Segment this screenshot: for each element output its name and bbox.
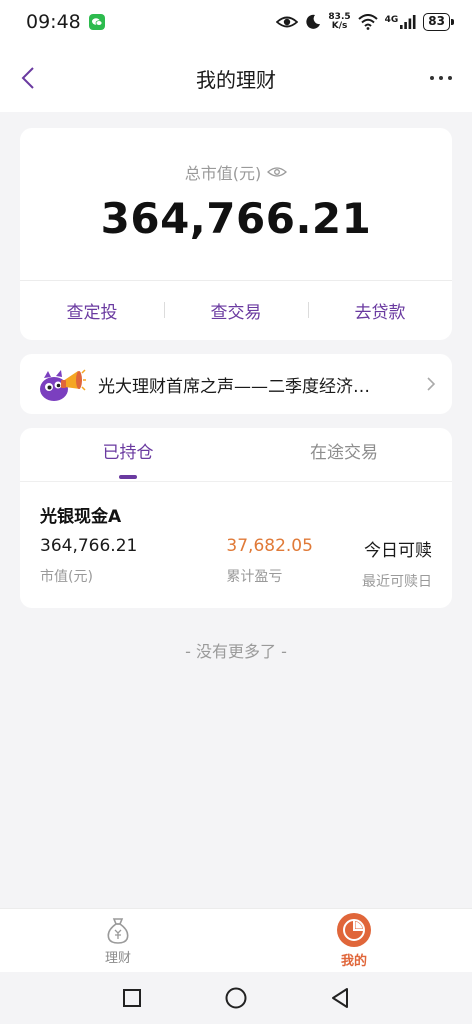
triangle-back-icon	[332, 988, 348, 1008]
signal-icon	[400, 15, 416, 29]
system-back-button[interactable]	[325, 983, 355, 1013]
battery-indicator: 83	[423, 13, 454, 31]
total-market-value: 364,766.21	[100, 194, 372, 243]
status-left: 09:48	[26, 11, 105, 33]
home-button[interactable]	[221, 983, 251, 1013]
more-dot-icon	[430, 76, 434, 80]
net-speed-unit: K/s	[331, 21, 348, 31]
no-more-note: - 没有更多了 -	[185, 642, 287, 661]
more-dot-icon	[448, 76, 452, 80]
chevron-left-icon	[21, 67, 34, 89]
more-options-button[interactable]	[430, 66, 452, 90]
network-type: 4G	[384, 15, 399, 25]
net-speed: 83.5 K/s	[328, 13, 350, 31]
redeem-date: 今日可赎	[364, 541, 432, 561]
total-value-label: 总市值(元)	[184, 164, 262, 183]
market-value: 364,766.21	[40, 536, 138, 556]
cumulative-pnl-label: 累计盈亏	[226, 569, 283, 585]
page-title: 我的理财	[196, 67, 276, 92]
nav-label-mine: 我的	[340, 954, 367, 969]
back-button[interactable]	[14, 62, 42, 94]
status-bar: 09:48 83.5 K/s 4G 83	[0, 0, 472, 44]
redeem-date-label: 最近可赎日	[362, 574, 432, 590]
circle-icon	[225, 987, 247, 1009]
tab-in-transit-label: 在途交易	[310, 443, 378, 463]
cumulative-pnl: 37,682.05	[226, 536, 313, 556]
status-time: 09:48	[26, 11, 81, 33]
tab-in-transit[interactable]: 在途交易	[236, 428, 452, 481]
eye-comfort-icon	[276, 16, 299, 28]
eye-visibility-icon[interactable]	[267, 166, 288, 178]
cumulative-pnl-stat: 37,682.05 累计盈亏	[226, 536, 313, 591]
view-fixed-investment-button[interactable]: 查定投	[20, 298, 164, 323]
nav-item-mine[interactable]: 我的	[236, 909, 472, 972]
tab-holdings[interactable]: 已持仓	[20, 428, 236, 481]
recent-apps-button[interactable]	[117, 983, 147, 1013]
more-dot-icon	[439, 76, 443, 80]
moon-icon	[306, 14, 321, 29]
system-nav-bar	[0, 972, 472, 1024]
nav-label-wealth: 理财	[104, 951, 131, 966]
go-loan-button[interactable]: 去贷款	[308, 298, 452, 323]
bottom-nav: 理财 我的	[0, 908, 472, 972]
money-bag-icon	[107, 918, 129, 944]
holdings-card: 已持仓 在途交易 光银现金A 364,766.21 市值(元) 37,682.0…	[20, 428, 452, 608]
view-transactions-button[interactable]: 查交易	[164, 298, 308, 323]
nav-item-wealth[interactable]: 理财	[0, 909, 236, 972]
wechat-notification-icon	[88, 14, 105, 30]
holdings-tabs: 已持仓 在途交易	[20, 428, 452, 482]
megaphone-mascot-icon	[40, 369, 86, 401]
market-value-stat: 364,766.21 市值(元)	[40, 536, 137, 591]
quick-actions: 查定投 查交易 去贷款	[20, 281, 452, 340]
notice-banner[interactable]: 光大理财首席之声——二季度经济…	[20, 354, 452, 414]
square-icon	[123, 989, 141, 1007]
summary-card: 总市值(元) 364,766.21 查定投 查交易 去贷款	[20, 128, 452, 340]
pie-chart-icon	[337, 913, 371, 947]
chevron-right-icon	[427, 377, 436, 391]
notice-text: 光大理财首席之声——二季度经济…	[98, 376, 370, 397]
active-tab-indicator	[119, 475, 137, 479]
total-value-label-row: 总市值(元)	[20, 160, 452, 184]
redeem-date-stat: 今日可赎 最近可赎日	[362, 536, 432, 591]
market-value-label: 市值(元)	[40, 569, 93, 585]
product-name[interactable]: 光银现金A	[40, 502, 121, 527]
product-stats[interactable]: 364,766.21 市值(元) 37,682.05 累计盈亏 今日可赎 最近可…	[40, 536, 432, 591]
app-header: 我的理财	[0, 44, 472, 112]
tab-holdings-label: 已持仓	[102, 443, 154, 463]
wifi-icon	[357, 14, 378, 30]
status-right: 83.5 K/s 4G 83	[276, 13, 454, 31]
